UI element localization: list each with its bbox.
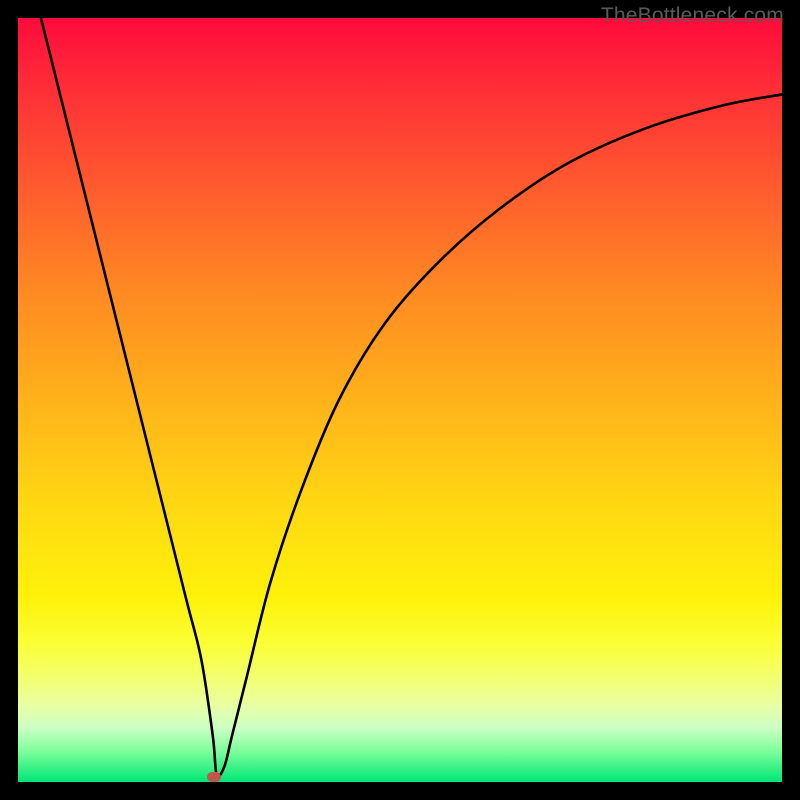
optimal-point-marker	[207, 772, 221, 782]
chart-container: TheBottleneck.com	[0, 0, 800, 800]
curve-svg	[18, 18, 782, 782]
plot-area	[18, 18, 782, 782]
bottleneck-curve-path	[41, 18, 782, 776]
